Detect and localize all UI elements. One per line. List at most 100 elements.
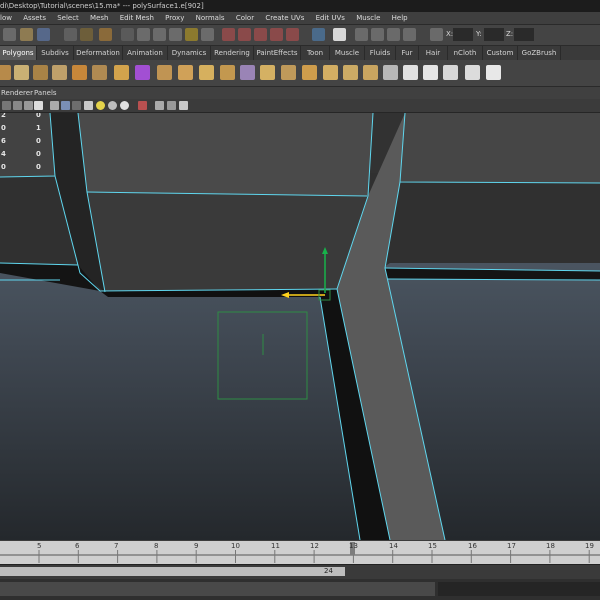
smooth-icon[interactable] xyxy=(178,65,193,80)
range-slider[interactable] xyxy=(0,567,345,576)
select-by-component-icon[interactable] xyxy=(99,28,112,41)
tab-fluids[interactable]: Fluids xyxy=(365,46,396,60)
bridge-icon[interactable] xyxy=(240,65,255,80)
mel-command-input[interactable] xyxy=(0,582,435,596)
surface-mask-icon[interactable] xyxy=(169,28,182,41)
smooth-shade-icon[interactable] xyxy=(61,101,70,110)
menu-item-color[interactable]: Color xyxy=(236,12,254,24)
render-current-frame-icon[interactable] xyxy=(355,28,368,41)
open-scene-icon[interactable] xyxy=(20,28,33,41)
poly-torus-icon[interactable] xyxy=(92,65,107,80)
ambient-occlusion-icon[interactable] xyxy=(120,101,129,110)
panel-menu-panels[interactable]: Panels xyxy=(34,87,57,99)
deformation-mask-icon[interactable] xyxy=(185,28,198,41)
poly-sphere-icon[interactable] xyxy=(0,65,11,80)
menu-item-mesh[interactable]: Mesh xyxy=(90,12,108,24)
menu-item-normals[interactable]: Normals xyxy=(196,12,225,24)
automatic-mapping-icon[interactable] xyxy=(465,65,480,80)
x-field[interactable] xyxy=(453,28,473,41)
bookmarks-icon[interactable] xyxy=(13,101,22,110)
menu-item-proxy[interactable]: Proxy xyxy=(165,12,184,24)
menu-item-help[interactable]: Help xyxy=(392,12,408,24)
tab-rendering[interactable]: Rendering xyxy=(211,46,254,60)
bevel-icon[interactable] xyxy=(363,65,378,80)
wireframe-on-shaded-icon[interactable] xyxy=(72,101,81,110)
planar-mapping-icon[interactable] xyxy=(403,65,418,80)
tab-ncloth[interactable]: nCloth xyxy=(448,46,483,60)
merge-vertices-icon[interactable] xyxy=(383,65,398,80)
z-field[interactable] xyxy=(514,28,534,41)
toggle-hud-icon[interactable] xyxy=(179,101,188,110)
camera-attributes-icon[interactable] xyxy=(2,101,11,110)
joint-mask-icon[interactable] xyxy=(137,28,150,41)
snap-curve-icon[interactable] xyxy=(238,28,251,41)
isolate-select-icon[interactable] xyxy=(138,101,147,110)
uv-texture-editor-icon[interactable] xyxy=(486,65,501,80)
tab-muscle[interactable]: Muscle xyxy=(330,46,365,60)
ipr-render-icon[interactable] xyxy=(371,28,384,41)
perspective-viewport[interactable]: 2 0 0 1 6 0 4 0 0 0 xyxy=(0,113,600,540)
shadows-icon[interactable] xyxy=(108,101,117,110)
menu-item-create-uvs[interactable]: Create UVs xyxy=(265,12,304,24)
select-handle-icon[interactable] xyxy=(121,28,134,41)
append-polygon-icon[interactable] xyxy=(260,65,275,80)
image-plane-icon[interactable] xyxy=(24,101,33,110)
extract-icon[interactable] xyxy=(157,65,172,80)
two-d-pan-zoom-icon[interactable] xyxy=(34,101,43,110)
render-settings-icon[interactable] xyxy=(387,28,400,41)
wireframe-icon[interactable] xyxy=(50,101,59,110)
extrude-icon[interactable] xyxy=(220,65,235,80)
split-polygon-icon[interactable] xyxy=(281,65,296,80)
tab-toon[interactable]: Toon xyxy=(301,46,330,60)
select-by-hierarchy-icon[interactable] xyxy=(64,28,77,41)
offset-edge-loop-icon[interactable] xyxy=(323,65,338,80)
numeric-input-icon[interactable] xyxy=(430,28,443,41)
panel-menu-renderer[interactable]: Renderer xyxy=(1,87,33,99)
construction-history-icon[interactable] xyxy=(333,28,346,41)
combine-icon[interactable] xyxy=(114,65,129,80)
menu-item-select[interactable]: Select xyxy=(57,12,79,24)
cylindrical-mapping-icon[interactable] xyxy=(423,65,438,80)
tab-polygons[interactable]: Polygons xyxy=(0,46,37,60)
insert-edge-loop-icon[interactable] xyxy=(302,65,317,80)
poly-plane-icon[interactable] xyxy=(72,65,87,80)
menu-item-edit-uvs[interactable]: Edit UVs xyxy=(316,12,345,24)
sculpt-geometry-icon[interactable] xyxy=(343,65,358,80)
xray-joints-icon[interactable] xyxy=(167,101,176,110)
xray-icon[interactable] xyxy=(155,101,164,110)
snap-view-plane-icon[interactable] xyxy=(270,28,283,41)
dynamics-mask-icon[interactable] xyxy=(201,28,214,41)
new-scene-icon[interactable] xyxy=(3,28,16,41)
y-field[interactable] xyxy=(484,28,504,41)
time-slider[interactable]: 5 6 7 8 9 10 11 12 13 14 15 16 17 18 19 xyxy=(0,541,600,564)
tab-dynamics[interactable]: Dynamics xyxy=(168,46,211,60)
use-all-lights-icon[interactable] xyxy=(96,101,105,110)
menu-item-muscle[interactable]: Muscle xyxy=(356,12,380,24)
make-live-icon[interactable] xyxy=(286,28,299,41)
tab-gozbrush[interactable]: GoZBrush xyxy=(518,46,561,60)
snap-grid-icon[interactable] xyxy=(222,28,235,41)
poly-cube-icon[interactable] xyxy=(14,65,29,80)
snap-point-icon[interactable] xyxy=(254,28,267,41)
separate-icon[interactable] xyxy=(135,65,150,80)
select-by-object-icon[interactable] xyxy=(80,28,93,41)
poly-cylinder-icon[interactable] xyxy=(33,65,48,80)
tab-fur[interactable]: Fur xyxy=(396,46,419,60)
curve-mask-icon[interactable] xyxy=(153,28,166,41)
input-output-icon[interactable] xyxy=(312,28,325,41)
menu-item-window[interactable]: low xyxy=(0,12,12,24)
tab-subdivs[interactable]: Subdivs xyxy=(37,46,74,60)
save-scene-icon[interactable] xyxy=(37,28,50,41)
tab-hair[interactable]: Hair xyxy=(419,46,448,60)
mirror-icon[interactable] xyxy=(199,65,214,80)
menu-item-assets[interactable]: Assets xyxy=(23,12,46,24)
tab-deformation[interactable]: Deformation xyxy=(74,46,123,60)
hypershade-icon[interactable] xyxy=(403,28,416,41)
tab-painteffects[interactable]: PaintEffects xyxy=(254,46,301,60)
tab-animation[interactable]: Animation xyxy=(123,46,168,60)
menu-item-edit-mesh[interactable]: Edit Mesh xyxy=(120,12,154,24)
textured-icon[interactable] xyxy=(84,101,93,110)
spherical-mapping-icon[interactable] xyxy=(443,65,458,80)
tab-custom[interactable]: Custom xyxy=(483,46,518,60)
poly-cone-icon[interactable] xyxy=(52,65,67,80)
